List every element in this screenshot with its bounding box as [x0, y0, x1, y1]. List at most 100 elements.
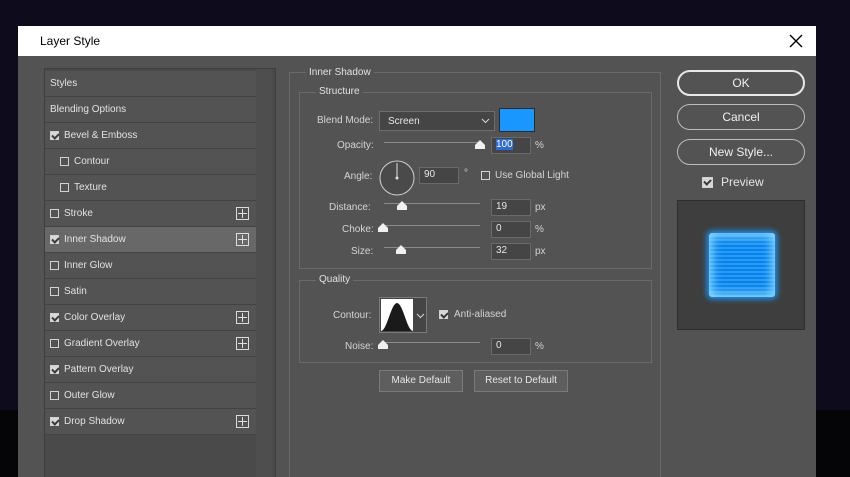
distance-value: 19 — [496, 201, 508, 212]
noise-value: 0 — [496, 340, 502, 351]
noise-slider[interactable] — [384, 342, 480, 343]
cancel-label: Cancel — [722, 110, 760, 124]
size-value: 32 — [496, 245, 508, 256]
cancel-button[interactable]: Cancel — [677, 104, 805, 130]
style-item-label: Contour — [74, 156, 110, 167]
style-checkbox[interactable] — [50, 417, 59, 426]
style-item-label: Color Overlay — [64, 312, 126, 323]
style-item-bevel-emboss[interactable]: Bevel & Emboss — [45, 123, 257, 149]
styles-list-scrollbar[interactable] — [256, 69, 272, 477]
style-item-pattern-overlay[interactable]: Pattern Overlay — [45, 357, 257, 383]
style-item-label: Bevel & Emboss — [64, 130, 138, 141]
angle-dial[interactable] — [378, 159, 416, 197]
style-item-inner-shadow[interactable]: Inner Shadow — [45, 227, 257, 253]
style-item-drop-shadow[interactable]: Drop Shadow — [45, 409, 257, 435]
style-checkbox[interactable] — [60, 157, 69, 166]
use-global-light-label: Use Global Light — [495, 170, 569, 181]
style-item-color-overlay[interactable]: Color Overlay — [45, 305, 257, 331]
choke-input[interactable]: 0 — [491, 221, 531, 238]
opacity-input[interactable]: 100 — [491, 137, 531, 154]
anti-aliased-checkbox[interactable] — [439, 310, 448, 319]
style-item-texture[interactable]: Texture — [45, 175, 257, 201]
style-checkbox[interactable] — [50, 313, 59, 322]
angle-label: Angle: — [344, 171, 373, 182]
add-effect-icon[interactable] — [236, 337, 249, 350]
blend-mode-value: Screen — [388, 116, 420, 127]
noise-label: Noise: — [345, 341, 374, 352]
size-unit: px — [535, 246, 546, 257]
opacity-slider[interactable] — [384, 142, 480, 143]
contour-label: Contour: — [333, 310, 372, 321]
add-effect-icon[interactable] — [236, 311, 249, 324]
style-item-label: Pattern Overlay — [64, 364, 134, 375]
new-style-button[interactable]: New Style... — [677, 139, 805, 165]
distance-unit: px — [535, 202, 546, 213]
style-item-label: Inner Glow — [64, 260, 113, 271]
style-item-label: Inner Shadow — [64, 234, 126, 245]
style-item-label: Satin — [64, 286, 87, 297]
opacity-label: Opacity: — [337, 140, 374, 151]
title-bar: Layer Style — [18, 26, 816, 56]
blend-mode-select[interactable]: Screen — [379, 111, 495, 131]
styles-list: Styles Blending Options Bevel & Emboss Cont… — [44, 68, 276, 477]
reset-to-default-button[interactable]: Reset to Default — [474, 370, 568, 392]
close-icon[interactable] — [784, 29, 808, 53]
inner-shadow-heading: Inner Shadow — [306, 67, 374, 78]
use-global-light-checkbox[interactable] — [481, 171, 490, 180]
make-default-button[interactable]: Make Default — [379, 370, 463, 392]
angle-input[interactable]: 90 — [419, 167, 459, 184]
dialog-title: Layer Style — [40, 34, 101, 48]
degree-symbol: ° — [464, 168, 468, 179]
new-style-label: New Style... — [708, 145, 774, 159]
preview-checkbox[interactable] — [702, 177, 713, 188]
style-checkbox[interactable] — [50, 339, 59, 348]
angle-value: 90 — [424, 169, 436, 180]
noise-input[interactable]: 0 — [491, 338, 531, 355]
preview-swatch — [709, 233, 775, 297]
opacity-unit: % — [535, 140, 544, 151]
style-item-label: Texture — [74, 182, 107, 193]
add-effect-icon[interactable] — [236, 415, 249, 428]
structure-heading: Structure — [316, 86, 363, 97]
make-default-label: Make Default — [391, 375, 451, 386]
choke-unit: % — [535, 224, 544, 235]
reset-to-default-label: Reset to Default — [485, 375, 557, 386]
noise-unit: % — [535, 341, 544, 352]
choke-value: 0 — [496, 223, 502, 234]
shadow-color-swatch[interactable] — [499, 108, 535, 132]
ok-label: OK — [732, 76, 750, 90]
style-item-satin[interactable]: Satin — [45, 279, 257, 305]
style-checkbox[interactable] — [50, 261, 59, 270]
chevron-down-icon — [481, 118, 490, 124]
style-checkbox[interactable] — [50, 391, 59, 400]
quality-heading: Quality — [316, 274, 354, 285]
style-checkbox[interactable] — [50, 287, 59, 296]
style-item-label: Blending Options — [50, 104, 127, 115]
style-checkbox[interactable] — [50, 131, 59, 140]
blend-mode-label: Blend Mode: — [317, 115, 374, 126]
style-item-stroke[interactable]: Stroke — [45, 201, 257, 227]
contour-picker[interactable] — [379, 297, 427, 333]
choke-slider[interactable] — [384, 225, 480, 226]
style-checkbox[interactable] — [50, 235, 59, 244]
style-checkbox[interactable] — [50, 365, 59, 374]
style-item-label: Gradient Overlay — [64, 338, 140, 349]
ok-button[interactable]: OK — [677, 70, 805, 96]
contour-curve-icon — [381, 299, 413, 331]
style-item-inner-glow[interactable]: Inner Glow — [45, 253, 257, 279]
add-effect-icon[interactable] — [236, 233, 249, 246]
chevron-down-icon — [416, 313, 425, 319]
style-item-label: Styles — [50, 78, 78, 89]
style-item-styles[interactable]: Styles — [45, 71, 257, 97]
style-item-blending-options[interactable]: Blending Options — [45, 97, 257, 123]
style-item-contour[interactable]: Contour — [45, 149, 257, 175]
style-checkbox[interactable] — [50, 209, 59, 218]
style-checkbox[interactable] — [60, 183, 69, 192]
style-item-gradient-overlay[interactable]: Gradient Overlay — [45, 331, 257, 357]
anti-aliased-label: Anti-aliased — [454, 309, 507, 320]
add-effect-icon[interactable] — [236, 207, 249, 220]
size-input[interactable]: 32 — [491, 243, 531, 260]
style-item-outer-glow[interactable]: Outer Glow — [45, 383, 257, 409]
distance-label: Distance: — [329, 202, 371, 213]
distance-input[interactable]: 19 — [491, 199, 531, 216]
